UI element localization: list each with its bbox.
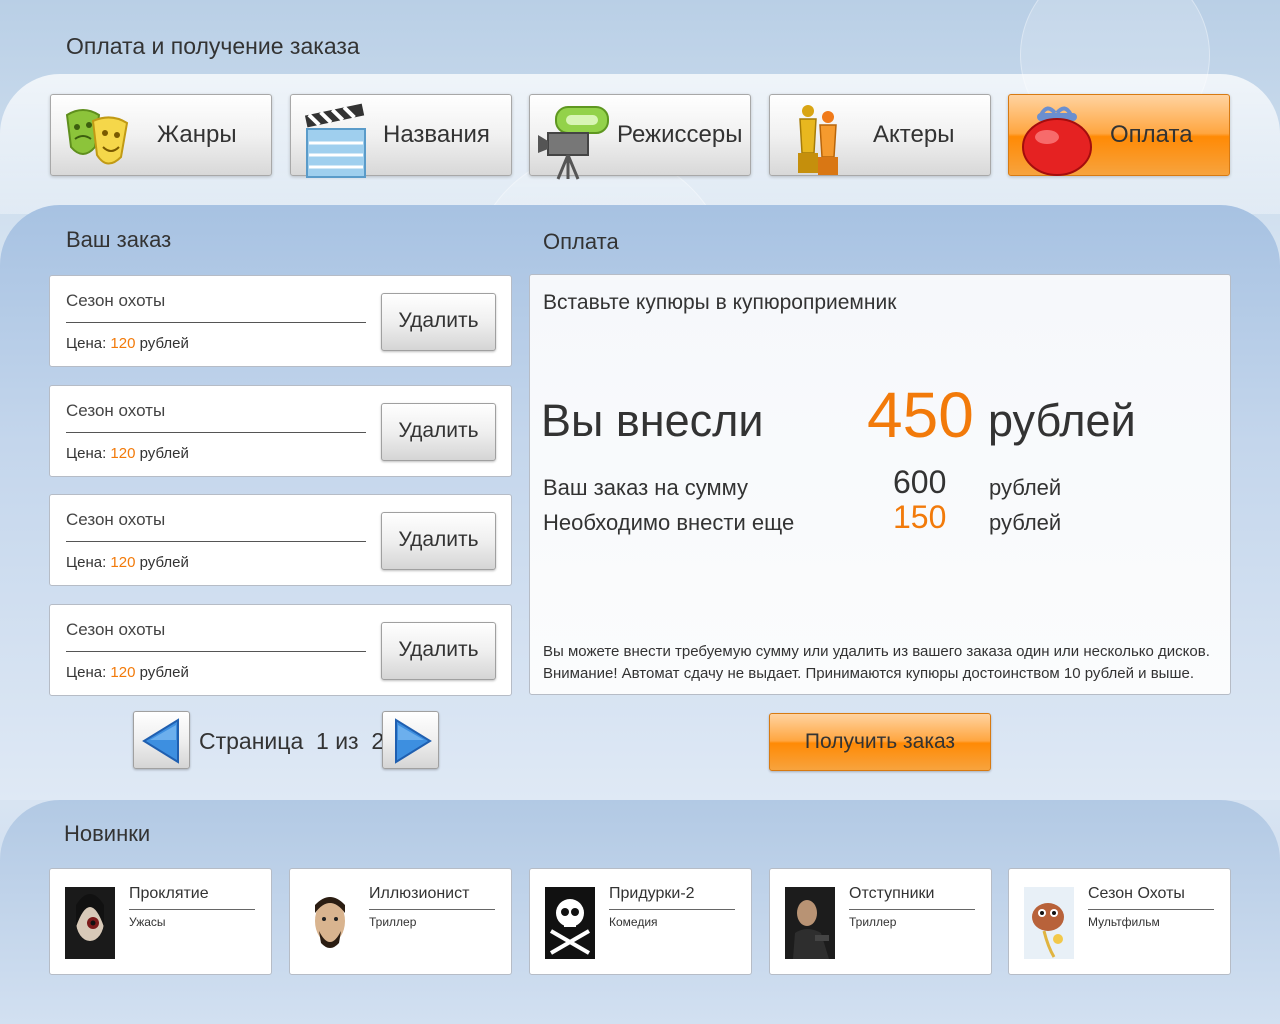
divider bbox=[66, 432, 366, 433]
new-release-card[interactable]: Отступники Триллер bbox=[769, 868, 992, 975]
order-item-price: Цена: 120 рублей bbox=[66, 554, 189, 571]
nav-genres-label: Жанры bbox=[157, 121, 237, 148]
new-releases-title: Новинки bbox=[64, 821, 151, 846]
movie-poster bbox=[1024, 887, 1074, 959]
movie-camera-icon bbox=[538, 106, 609, 180]
card-genre: Ужасы bbox=[129, 915, 166, 929]
nav-genres-button[interactable]: Жанры bbox=[50, 94, 272, 176]
nav-actors-label: Актеры bbox=[873, 121, 955, 148]
paid-unit: рублей bbox=[988, 395, 1136, 446]
card-title: Проклятие bbox=[129, 885, 209, 902]
order-item: Сезон охоты Цена: 120 рублей Удалить bbox=[49, 494, 512, 586]
payment-note-line: Вы можете внести требуемую сумму или уда… bbox=[543, 643, 1210, 660]
order-sum-label: Ваш заказ на сумму bbox=[543, 475, 749, 500]
get-order-button[interactable]: Получить заказ bbox=[769, 713, 991, 771]
movie-poster bbox=[65, 887, 115, 959]
delete-button[interactable]: Удалить bbox=[381, 403, 496, 461]
divider bbox=[66, 322, 366, 323]
order-item-price: Цена: 120 рублей bbox=[66, 335, 189, 352]
order-sum-value: 600 bbox=[893, 464, 947, 500]
new-release-card[interactable]: Придурки-2 Комедия bbox=[529, 868, 752, 975]
pager-label: Страница 1 из 2 bbox=[199, 728, 385, 754]
coin-purse-icon bbox=[1022, 106, 1092, 176]
order-item-price: Цена: 120 рублей bbox=[66, 445, 189, 462]
remaining-label: Необходимо внести еще bbox=[543, 510, 795, 535]
oscar-statuette-icon bbox=[798, 105, 838, 175]
remaining-value: 150 bbox=[893, 499, 947, 535]
divider bbox=[129, 909, 255, 910]
delete-button[interactable]: Удалить bbox=[381, 512, 496, 570]
arrow-right-icon bbox=[395, 718, 432, 764]
clapperboard-icon bbox=[304, 103, 366, 178]
movie-poster bbox=[545, 887, 595, 959]
order-item-price: Цена: 120 рублей bbox=[66, 664, 189, 681]
payment-panel: Вставьте купюры в купюроприемник Вы внес… bbox=[529, 274, 1231, 695]
movie-poster bbox=[305, 887, 355, 959]
nav-directors-label: Режиссеры bbox=[617, 121, 743, 148]
divider bbox=[849, 909, 975, 910]
prev-page-button[interactable] bbox=[133, 711, 190, 769]
nav-titles-button[interactable]: Названия bbox=[290, 94, 512, 178]
next-page-button[interactable] bbox=[382, 711, 439, 769]
delete-button[interactable]: Удалить bbox=[381, 622, 496, 680]
new-release-card[interactable]: Иллюзионист Триллер bbox=[289, 868, 512, 975]
divider bbox=[1088, 909, 1214, 910]
divider bbox=[66, 541, 366, 542]
order-section-title: Ваш заказ bbox=[66, 227, 172, 252]
order-item: Сезон охоты Цена: 120 рублей Удалить bbox=[49, 604, 512, 696]
order-item-name: Сезон охоты bbox=[66, 291, 166, 310]
nav-payment-button[interactable]: Оплата bbox=[1008, 94, 1230, 176]
order-item: Сезон охоты Цена: 120 рублей Удалить bbox=[49, 385, 512, 477]
divider bbox=[369, 909, 495, 910]
payment-section-title: Оплата bbox=[543, 229, 619, 254]
nav-directors-button[interactable]: Режиссеры bbox=[529, 94, 751, 180]
order-item-name: Сезон охоты bbox=[66, 401, 166, 420]
remaining-unit: рублей bbox=[989, 510, 1062, 535]
card-title: Иллюзионист bbox=[369, 885, 470, 902]
order-item-name: Сезон охоты bbox=[66, 620, 166, 639]
divider bbox=[609, 909, 735, 910]
theater-masks-icon bbox=[65, 109, 129, 165]
delete-button[interactable]: Удалить bbox=[381, 293, 496, 351]
nav-payment-label: Оплата bbox=[1110, 121, 1193, 148]
new-release-card[interactable]: Сезон Охоты Мультфильм bbox=[1008, 868, 1231, 975]
payment-instruction: Вставьте купюры в купюроприемник bbox=[543, 291, 897, 314]
order-item: Сезон охоты Цена: 120 рублей Удалить bbox=[49, 275, 512, 367]
nav-titles-label: Названия bbox=[383, 121, 490, 148]
movie-poster bbox=[785, 887, 835, 959]
card-genre: Триллер bbox=[369, 915, 417, 929]
arrow-left-icon bbox=[142, 718, 179, 764]
divider bbox=[66, 651, 366, 652]
paid-label: Вы внесли bbox=[541, 395, 764, 446]
card-genre: Мультфильм bbox=[1088, 915, 1160, 929]
payment-note: Вы можете внести требуемую сумму или уда… bbox=[543, 641, 1210, 685]
paid-amount: 450 bbox=[867, 379, 974, 451]
nav-actors-button[interactable]: Актеры bbox=[769, 94, 991, 176]
page-title: Оплата и получение заказа bbox=[66, 33, 360, 59]
card-title: Придурки-2 bbox=[609, 885, 695, 902]
card-genre: Комедия bbox=[609, 915, 658, 929]
card-title: Отступники bbox=[849, 885, 935, 902]
order-item-name: Сезон охоты bbox=[66, 510, 166, 529]
payment-note-line: Внимание! Автомат сдачу не выдает. Прини… bbox=[543, 665, 1194, 682]
card-title: Сезон Охоты bbox=[1088, 885, 1185, 902]
card-genre: Триллер bbox=[849, 915, 897, 929]
order-sum-unit: рублей bbox=[989, 475, 1062, 500]
new-release-card[interactable]: Проклятие Ужасы bbox=[49, 868, 272, 975]
